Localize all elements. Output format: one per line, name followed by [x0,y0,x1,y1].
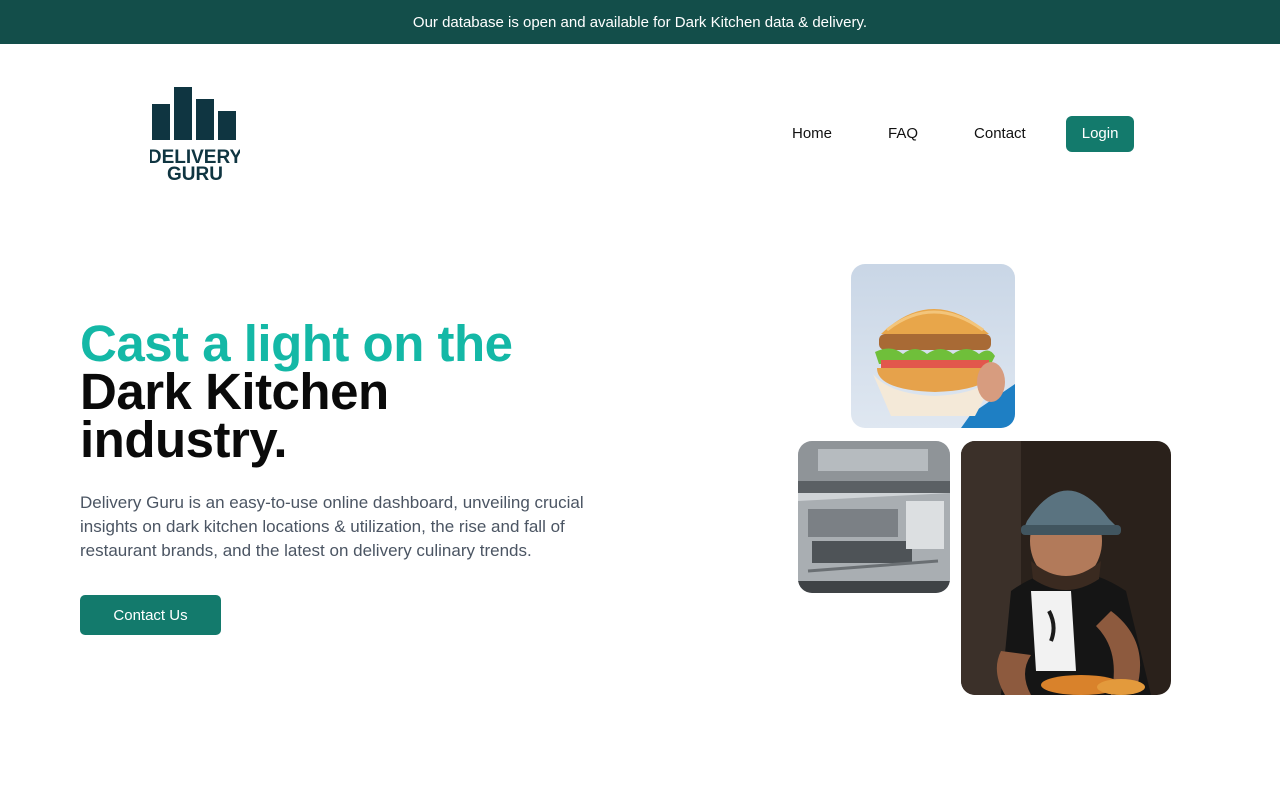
hero-title: Cast a light on the Dark Kitchen industr… [80,315,640,468]
contact-us-button[interactable]: Contact Us [80,595,221,635]
nav-contact[interactable]: Contact [946,116,1054,152]
hero-description: Delivery Guru is an easy-to-use online d… [80,493,584,560]
login-button[interactable]: Login [1065,116,1135,152]
delivery-guru-logo[interactable]: DELIVERY GURU [150,84,240,182]
burger-photo [851,264,1015,428]
announcement-banner: Our database is open and available for D… [0,0,1280,44]
logo-line2: GURU [167,164,223,182]
hero-title-accent: Cast a light on the [80,315,513,372]
chef-photo [961,441,1171,695]
logo-mark-icon: DELIVERY GURU [150,87,240,182]
nav-faq[interactable]: FAQ [860,116,946,152]
hero-title-line3: industry. [80,411,288,468]
kitchen-photo [798,441,950,593]
hero-title-line2: Dark Kitchen [80,363,389,420]
main-nav: Home FAQ Contact Login [764,116,1135,152]
banner-text: Our database is open and available for D… [412,13,868,31]
nav-home[interactable]: Home [764,116,860,152]
